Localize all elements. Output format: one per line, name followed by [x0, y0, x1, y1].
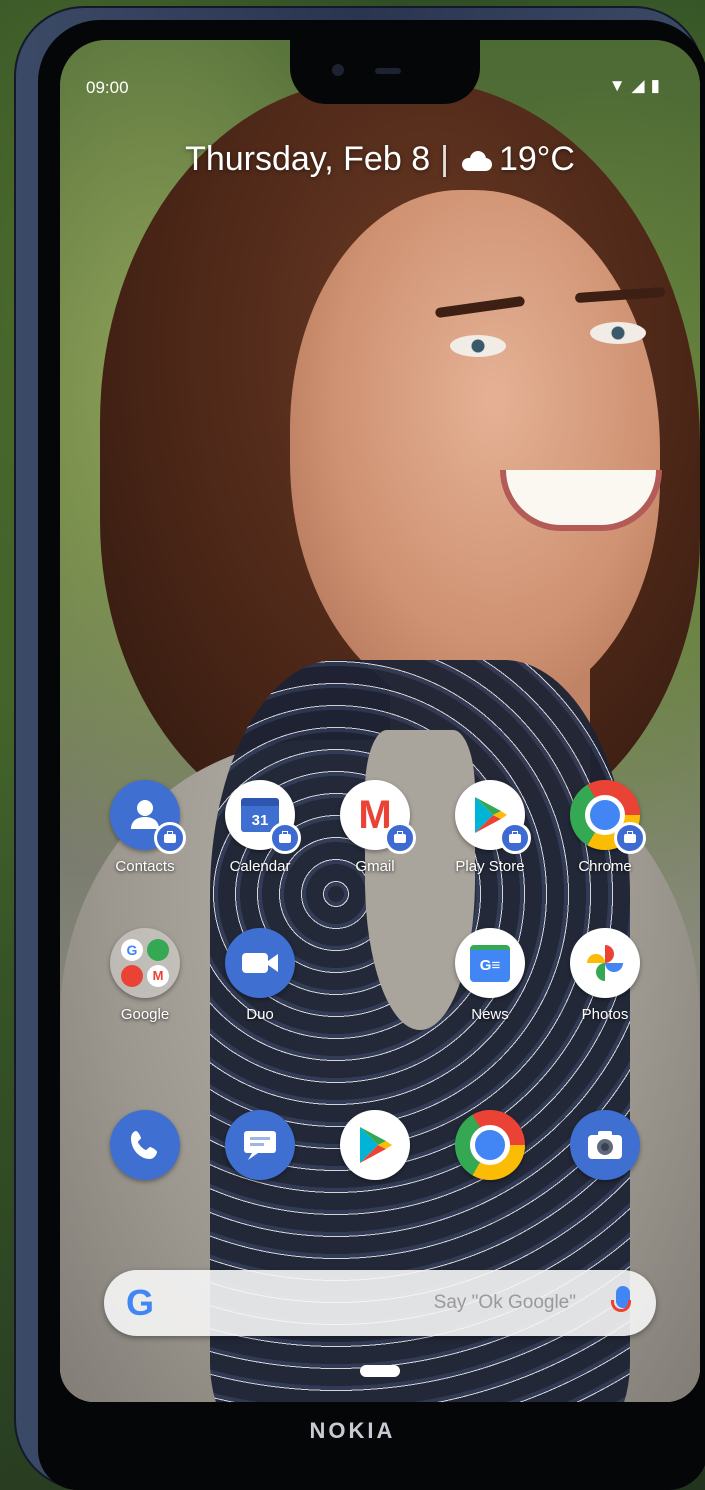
- google-search-bar[interactable]: G Say "Ok Google": [104, 1270, 656, 1336]
- glance-separator: |: [440, 140, 449, 178]
- work-profile-badge-icon: [614, 822, 646, 854]
- app-label: Chrome: [578, 858, 632, 875]
- play-store-icon: [340, 1110, 410, 1180]
- photos-pinwheel-icon: [570, 928, 640, 998]
- earpiece: [375, 68, 401, 74]
- work-profile-badge-icon: [269, 822, 301, 854]
- app-label: Contacts: [115, 858, 175, 875]
- front-camera: [332, 64, 344, 76]
- app-label: Play Store: [455, 858, 525, 875]
- at-a-glance[interactable]: Thursday, Feb 8 | 19°C: [60, 140, 700, 179]
- status-icons: ▼◢▮: [608, 76, 666, 95]
- app-play-store[interactable]: Play Store: [435, 780, 545, 875]
- app-label: Calendar: [229, 858, 291, 875]
- dock-messages[interactable]: [205, 1110, 315, 1180]
- dock-camera[interactable]: [550, 1110, 660, 1180]
- messages-icon: [225, 1110, 295, 1180]
- news-icon: G≡: [455, 928, 525, 998]
- glance-temperature[interactable]: 19°C: [499, 140, 575, 178]
- google-folder-icon: G M: [110, 928, 180, 998]
- app-label: Gmail: [355, 858, 395, 875]
- app-label: Duo: [246, 1006, 274, 1023]
- folder-google[interactable]: G M Google: [90, 928, 200, 1023]
- contacts-icon: [110, 780, 186, 854]
- gmail-icon: M: [340, 780, 416, 854]
- phone-icon: [110, 1110, 180, 1180]
- wallpaper-eye: [590, 322, 646, 344]
- dock-play-store[interactable]: [320, 1110, 430, 1180]
- home-screen: 09:00 ▼◢▮ Thursday, Feb 8 | 19°C Contacts …: [60, 40, 700, 1402]
- work-profile-badge-icon: [384, 822, 416, 854]
- app-gmail[interactable]: M Gmail: [320, 780, 430, 875]
- app-label: Photos: [581, 1006, 629, 1023]
- work-profile-badge-icon: [499, 822, 531, 854]
- play-store-icon: [455, 780, 531, 854]
- app-chrome[interactable]: Chrome: [550, 780, 660, 875]
- status-time: 09:00: [86, 78, 129, 97]
- wallpaper-eye: [450, 335, 506, 357]
- app-news[interactable]: G≡ News: [435, 928, 545, 1023]
- dock-chrome[interactable]: [435, 1110, 545, 1180]
- nokia-logo: NOKIA: [309, 1418, 396, 1443]
- duo-video-icon: [225, 928, 295, 998]
- app-calendar[interactable]: 31 Calendar: [205, 780, 315, 875]
- wallpaper-face: [290, 190, 660, 710]
- home-gesture-pill[interactable]: [360, 1365, 400, 1377]
- chrome-icon: [570, 780, 646, 854]
- app-contacts[interactable]: Contacts: [90, 780, 200, 875]
- chrome-icon: [455, 1110, 525, 1180]
- search-hint: Say "Ok Google": [433, 1292, 576, 1313]
- google-g-logo[interactable]: G: [126, 1284, 154, 1322]
- cloudy-weather-icon: [459, 151, 493, 172]
- work-profile-badge-icon: [154, 822, 186, 854]
- app-duo[interactable]: Duo: [205, 928, 315, 1023]
- news-glyph: G≡: [470, 944, 510, 982]
- app-label: Google: [120, 1006, 170, 1023]
- microphone-icon[interactable]: [611, 1286, 631, 1312]
- camera-icon: [570, 1110, 640, 1180]
- app-label: News: [471, 1006, 509, 1023]
- calendar-icon: 31: [225, 780, 301, 854]
- dock-phone[interactable]: [90, 1110, 200, 1180]
- display-notch: [290, 40, 480, 104]
- glance-date[interactable]: Thursday, Feb 8: [185, 140, 430, 178]
- app-photos[interactable]: Photos: [550, 928, 660, 1023]
